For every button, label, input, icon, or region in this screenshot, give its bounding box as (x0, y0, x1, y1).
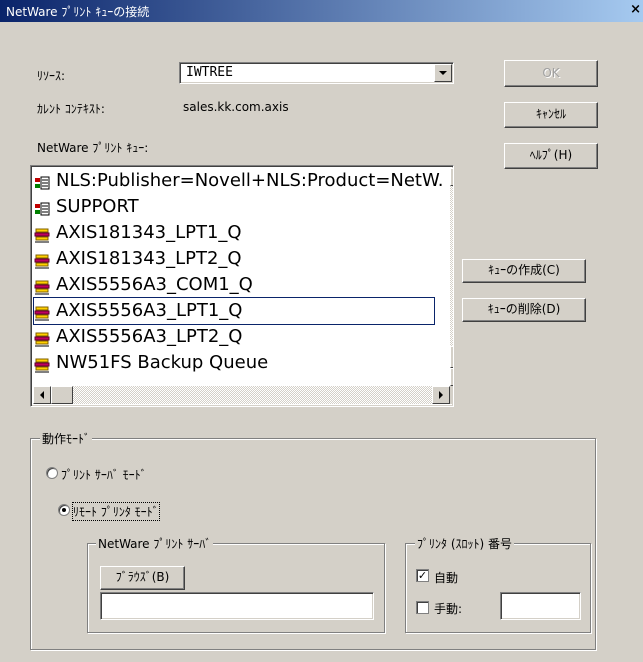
scroll-up-icon[interactable] (450, 168, 453, 186)
print-queue-icon (34, 225, 50, 243)
print-queue-icon (34, 329, 50, 347)
delete-queue-button[interactable]: ｷｭｰの削除(D) (462, 298, 586, 322)
remote-printer-mode-label[interactable]: ﾘﾓｰﾄ ﾌﾟﾘﾝﾀ ﾓｰﾄﾞ (72, 502, 160, 521)
title-bar[interactable]: NetWare ﾌﾟﾘﾝﾄ ｷｭｰの接続 × (0, 0, 643, 22)
slot-group-title: ﾌﾟﾘﾝﾀ (ｽﾛｯﾄ) 番号 (415, 535, 514, 552)
queue-list-item-text: NW51FS Backup Queue (56, 352, 269, 373)
queue-list-item-text: AXIS181343_LPT2_Q (56, 248, 242, 269)
radio-selected-dot (62, 508, 66, 512)
cancel-button[interactable]: ｷｬﾝｾﾙ (504, 102, 598, 128)
queue-list-item-text: AXIS181343_LPT1_Q (56, 222, 242, 243)
queue-list-item[interactable]: NW51FS Backup Queue (34, 350, 434, 376)
context-value: sales.kk.com.axis (183, 100, 289, 114)
hscroll-thumb[interactable] (51, 386, 73, 404)
queue-list-item-text: NLS:Publisher=Novell+NLS:Product=NetW. (56, 170, 444, 191)
print-queue-icon (34, 355, 50, 373)
print-queue-icon (34, 303, 50, 321)
manual-checkbox[interactable] (416, 601, 429, 614)
queue-list-item-text: SUPPORT (56, 196, 139, 217)
print-server-group-title: NetWare ﾌﾟﾘﾝﾄ ｻｰﾊﾞ (96, 535, 214, 552)
queue-list-item[interactable]: AXIS181343_LPT1_Q (34, 220, 434, 246)
context-label: ｶﾚﾝﾄ ｺﾝﾃｷｽﾄ: (37, 102, 105, 116)
queue-list-item[interactable]: AXIS5556A3_COM1_Q (34, 272, 434, 298)
queue-list-item-text: AXIS5556A3_COM1_Q (56, 274, 253, 295)
dropdown-arrow-icon[interactable] (434, 64, 452, 82)
queue-list-item-text: AXIS5556A3_LPT2_Q (56, 326, 243, 347)
queue-list-item[interactable]: NLS:Publisher=Novell+NLS:Product=NetW. (34, 168, 443, 194)
directory-object-icon (34, 173, 50, 190)
queue-list-item[interactable]: AXIS5556A3_LPT1_Q (33, 297, 435, 325)
scroll-thumb[interactable] (450, 346, 453, 368)
browse-button[interactable]: ﾌﾞﾗｳｽﾞ(B) (100, 566, 185, 590)
window-title: NetWare ﾌﾟﾘﾝﾄ ｷｭｰの接続 (6, 5, 150, 19)
slot-number-input[interactable] (500, 592, 581, 620)
queue-listbox[interactable]: NLS:Publisher=Novell+NLS:Product=NetW. SU… (30, 165, 454, 407)
queue-list-item[interactable]: AXIS5556A3_LPT2_Q (34, 324, 434, 350)
remote-printer-mode-radio[interactable] (58, 504, 70, 516)
resource-label: ﾘｿｰｽ: (37, 69, 66, 83)
auto-checkbox[interactable]: ✓ (416, 569, 429, 582)
scroll-left-icon[interactable] (33, 386, 51, 404)
mode-group-title: 動作ﾓｰﾄﾞ (40, 430, 93, 447)
scroll-down-icon[interactable] (450, 368, 453, 386)
directory-object-icon (34, 199, 50, 216)
scroll-right-icon[interactable] (432, 386, 450, 404)
create-queue-button[interactable]: ｷｭｰの作成(C) (462, 259, 586, 283)
resource-value: IWTREE (186, 65, 233, 80)
queue-list-item[interactable]: AXIS181343_LPT2_Q (34, 246, 434, 272)
print-queue-icon (34, 251, 50, 269)
horizontal-scrollbar[interactable] (33, 386, 450, 404)
manual-label[interactable]: 手動: (434, 600, 462, 617)
scroll-corner (450, 386, 453, 404)
queue-list-item-text: AXIS5556A3_LPT1_Q (56, 300, 243, 321)
print-queue-icon (34, 277, 50, 295)
queue-list-label: NetWare ﾌﾟﾘﾝﾄ ｷｭｰ: (37, 141, 149, 155)
queue-list-rows: NLS:Publisher=Novell+NLS:Product=NetW. SU… (31, 166, 450, 386)
ok-button[interactable]: OK (504, 60, 598, 87)
vertical-scrollbar[interactable] (450, 168, 453, 386)
close-icon[interactable]: × (627, 2, 641, 18)
print-server-input[interactable] (100, 592, 374, 620)
auto-label[interactable]: 自動 (434, 569, 458, 586)
queue-list-item[interactable]: SUPPORT (34, 194, 434, 220)
print-server-mode-label[interactable]: ﾌﾟﾘﾝﾄ ｻｰﾊﾞ ﾓｰﾄﾞ (61, 466, 147, 483)
help-button[interactable]: ﾍﾙﾌﾟ(H) (504, 143, 598, 169)
print-server-mode-radio[interactable] (46, 467, 58, 479)
resource-combobox[interactable]: IWTREE (179, 62, 454, 84)
